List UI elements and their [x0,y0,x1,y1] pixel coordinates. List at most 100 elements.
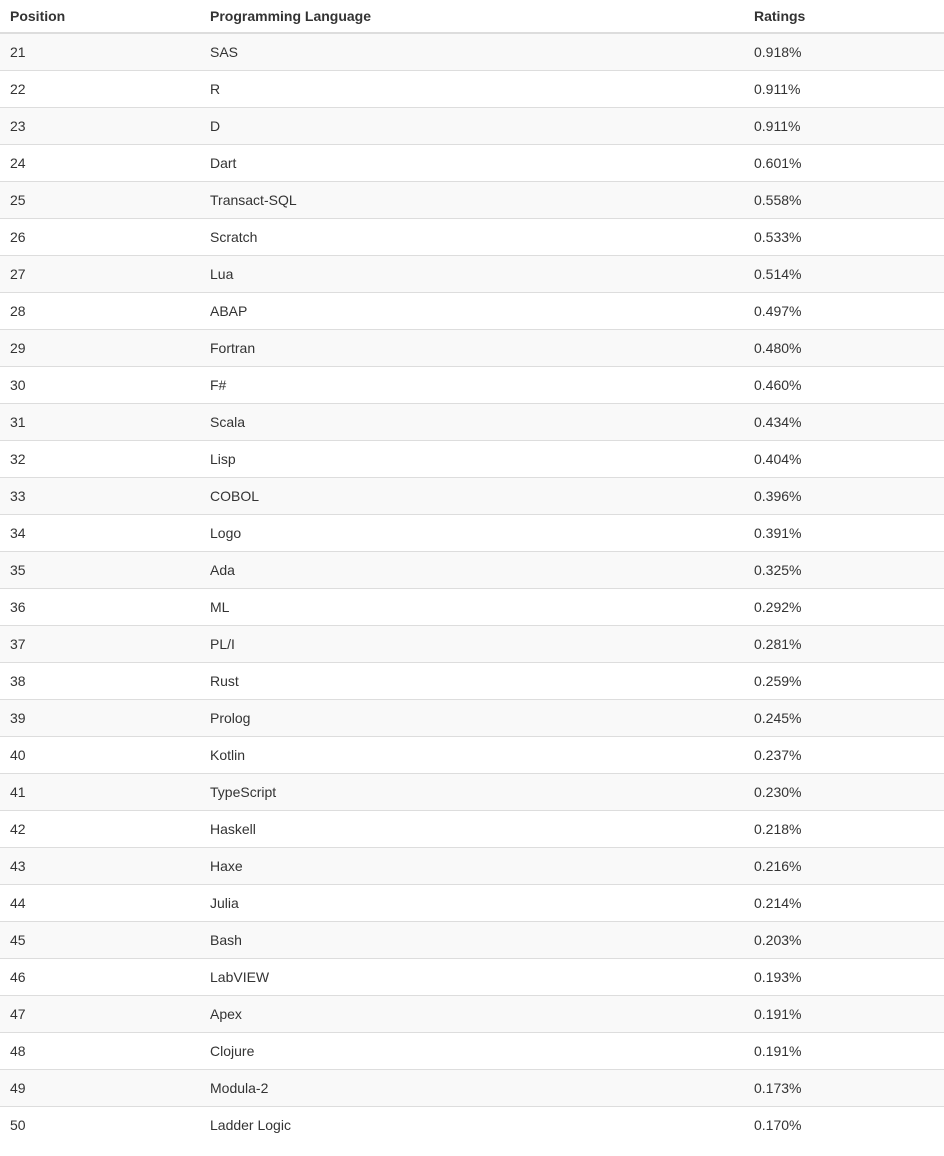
cell-position: 36 [0,589,200,626]
cell-position: 22 [0,71,200,108]
cell-position: 32 [0,441,200,478]
table-row: 36ML0.292% [0,589,944,626]
cell-language: Ladder Logic [200,1107,744,1144]
table-row: 46LabVIEW0.193% [0,959,944,996]
cell-language: Clojure [200,1033,744,1070]
cell-position: 45 [0,922,200,959]
table-row: 21SAS0.918% [0,33,944,71]
cell-language: Haxe [200,848,744,885]
cell-position: 46 [0,959,200,996]
cell-position: 44 [0,885,200,922]
cell-ratings: 0.396% [744,478,944,515]
cell-position: 35 [0,552,200,589]
cell-language: COBOL [200,478,744,515]
cell-position: 30 [0,367,200,404]
cell-language: ABAP [200,293,744,330]
cell-ratings: 0.259% [744,663,944,700]
cell-ratings: 0.514% [744,256,944,293]
table-row: 31Scala0.434% [0,404,944,441]
cell-position: 21 [0,33,200,71]
cell-language: D [200,108,744,145]
cell-position: 40 [0,737,200,774]
cell-ratings: 0.191% [744,996,944,1033]
cell-language: Transact-SQL [200,182,744,219]
cell-position: 28 [0,293,200,330]
cell-language: Bash [200,922,744,959]
cell-ratings: 0.230% [744,774,944,811]
cell-position: 27 [0,256,200,293]
cell-ratings: 0.237% [744,737,944,774]
cell-ratings: 0.911% [744,71,944,108]
cell-position: 43 [0,848,200,885]
cell-ratings: 0.216% [744,848,944,885]
cell-language: Lisp [200,441,744,478]
table-row: 33COBOL0.396% [0,478,944,515]
cell-position: 34 [0,515,200,552]
table-row: 28ABAP0.497% [0,293,944,330]
cell-language: LabVIEW [200,959,744,996]
header-ratings: Ratings [744,0,944,33]
cell-language: Julia [200,885,744,922]
cell-position: 37 [0,626,200,663]
language-ratings-table: Position Programming Language Ratings 21… [0,0,944,1143]
header-position: Position [0,0,200,33]
table-row: 25Transact-SQL0.558% [0,182,944,219]
table-header-row: Position Programming Language Ratings [0,0,944,33]
cell-ratings: 0.214% [744,885,944,922]
table-row: 24Dart0.601% [0,145,944,182]
table-row: 42Haskell0.218% [0,811,944,848]
table-row: 27Lua0.514% [0,256,944,293]
cell-ratings: 0.434% [744,404,944,441]
table-body: 21SAS0.918%22R0.911%23D0.911% 24Dart0.601… [0,33,944,1143]
cell-ratings: 0.558% [744,182,944,219]
cell-language: SAS [200,33,744,71]
cell-position: 49 [0,1070,200,1107]
table-row: 45Bash0.203% [0,922,944,959]
cell-ratings: 0.281% [744,626,944,663]
cell-ratings: 0.533% [744,219,944,256]
table-row: 44Julia0.214% [0,885,944,922]
cell-ratings: 0.404% [744,441,944,478]
cell-ratings: 0.193% [744,959,944,996]
cell-language: Kotlin [200,737,744,774]
cell-ratings: 0.218% [744,811,944,848]
header-language: Programming Language [200,0,744,33]
table-row: 37PL/I0.281% [0,626,944,663]
cell-ratings: 0.292% [744,589,944,626]
cell-language: Fortran [200,330,744,367]
cell-ratings: 0.191% [744,1033,944,1070]
cell-position: 29 [0,330,200,367]
table-row: 43Haxe0.216% [0,848,944,885]
cell-language: TypeScript [200,774,744,811]
cell-language: Haskell [200,811,744,848]
cell-position: 38 [0,663,200,700]
cell-language: Logo [200,515,744,552]
cell-position: 39 [0,700,200,737]
table-row: 35Ada0.325% [0,552,944,589]
cell-language: Scratch [200,219,744,256]
table-row: 22R0.911% [0,71,944,108]
table-row: 48Clojure0.191% [0,1033,944,1070]
table-row: 30F#0.460% [0,367,944,404]
cell-language: Lua [200,256,744,293]
cell-position: 48 [0,1033,200,1070]
cell-ratings: 0.601% [744,145,944,182]
cell-language: Rust [200,663,744,700]
cell-ratings: 0.203% [744,922,944,959]
table-row: 40Kotlin0.237% [0,737,944,774]
cell-position: 23 [0,108,200,145]
cell-ratings: 0.497% [744,293,944,330]
table-row: 49Modula-20.173% [0,1070,944,1107]
table-row: 39Prolog0.245% [0,700,944,737]
cell-ratings: 0.325% [744,552,944,589]
cell-position: 47 [0,996,200,1033]
cell-language: Modula-2 [200,1070,744,1107]
cell-position: 41 [0,774,200,811]
cell-language: Ada [200,552,744,589]
table-row: 41TypeScript0.230% [0,774,944,811]
table-row: 26Scratch0.533% [0,219,944,256]
table-row: 50Ladder Logic0.170% [0,1107,944,1144]
cell-position: 50 [0,1107,200,1144]
cell-ratings: 0.173% [744,1070,944,1107]
cell-ratings: 0.460% [744,367,944,404]
